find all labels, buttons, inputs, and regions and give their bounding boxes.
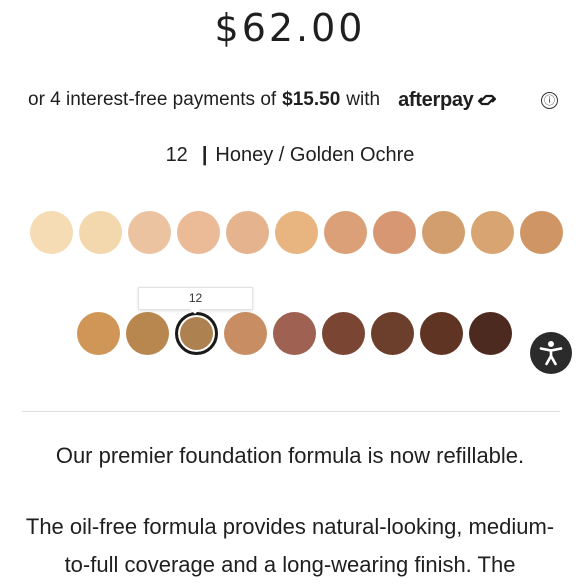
shade-swatch[interactable] — [30, 211, 73, 254]
shade-swatch[interactable] — [371, 312, 414, 355]
product-price: $62.00 — [214, 6, 366, 50]
shade-swatch[interactable] — [128, 211, 171, 254]
shade-swatch[interactable] — [373, 211, 416, 254]
product-description-line: The oil-free formula provides natural-lo… — [25, 514, 555, 539]
installments-prefix: or 4 interest-free payments of — [28, 89, 277, 110]
shade-swatch-row-2 — [77, 312, 512, 355]
shade-swatch[interactable] — [275, 211, 318, 254]
shade-swatch[interactable] — [77, 312, 120, 355]
afterpay-logo[interactable]: afterpay — [398, 89, 497, 112]
shade-swatch[interactable] — [324, 211, 367, 254]
accessibility-button[interactable] — [530, 332, 572, 374]
accessibility-icon — [539, 341, 563, 366]
selected-shade-label: 12 | Honey / Golden Ochre — [0, 144, 580, 167]
shade-swatch[interactable] — [422, 211, 465, 254]
shade-swatch[interactable] — [471, 211, 514, 254]
afterpay-installments: or 4 interest-free payments of $15.50 wi… — [28, 86, 558, 114]
afterpay-arrows-icon — [477, 94, 496, 106]
shade-swatch[interactable] — [177, 211, 220, 254]
shade-swatch[interactable] — [224, 312, 267, 355]
afterpay-logo-text: afterpay — [398, 88, 474, 111]
product-description-line: to-full coverage and a long-wearing fini… — [64, 552, 516, 577]
section-divider — [22, 411, 560, 412]
shade-swatch[interactable] — [273, 312, 316, 355]
shade-swatch[interactable] — [469, 312, 512, 355]
shade-swatch[interactable] — [126, 312, 169, 355]
shade-swatch-row-1 — [30, 211, 563, 254]
shade-separator: | — [201, 144, 208, 166]
installments-suffix: with — [346, 89, 381, 110]
info-icon[interactable]: ⓘ — [541, 91, 558, 109]
installment-amount: $15.50 — [282, 89, 341, 110]
shade-name: Honey / Golden Ochre — [215, 144, 415, 166]
shade-swatch[interactable] — [226, 211, 269, 254]
shade-swatch[interactable] — [520, 211, 563, 254]
shade-swatch-selected[interactable] — [175, 312, 218, 355]
shade-swatch[interactable] — [79, 211, 122, 254]
refillable-notice: Our premier foundation formula is now re… — [55, 443, 525, 468]
product-description: The oil-free formula provides natural-lo… — [20, 508, 560, 584]
shade-swatch[interactable] — [420, 312, 463, 355]
shade-number: 12 — [165, 144, 188, 166]
shade-swatch[interactable] — [322, 312, 365, 355]
tooltip-arrow — [188, 307, 202, 314]
